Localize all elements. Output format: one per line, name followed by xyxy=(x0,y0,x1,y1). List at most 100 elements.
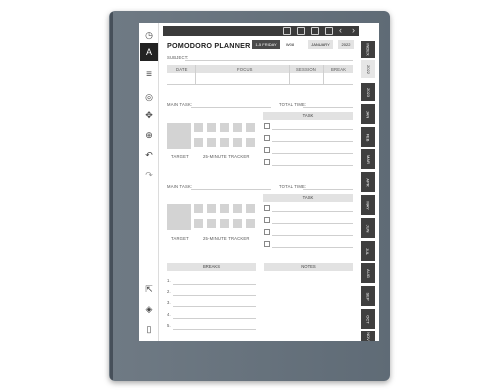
tracker-label: 25-MINUTE TRACKER xyxy=(203,236,250,241)
tracker-square[interactable] xyxy=(233,138,242,147)
date-pill[interactable]: 1-5 FRIDAY xyxy=(252,40,280,49)
tracker-square[interactable] xyxy=(194,219,203,228)
next-arrow-icon[interactable]: › xyxy=(352,25,355,35)
tab-apr[interactable]: APR xyxy=(361,172,375,192)
tracker-square[interactable] xyxy=(246,204,255,213)
task-checkbox[interactable] xyxy=(264,217,270,223)
break-number: 4. xyxy=(167,312,171,317)
redo-icon[interactable]: ↷ xyxy=(143,169,155,181)
side-tabs: INDEX 2022 2023 JAN FEB MAR APR MAY JUN … xyxy=(361,41,375,341)
tab-feb[interactable]: FEB xyxy=(361,127,375,147)
task-line xyxy=(272,235,353,236)
break-line[interactable] xyxy=(173,329,256,330)
page-icon[interactable]: ▯ xyxy=(143,323,155,335)
column-focus: FOCUS xyxy=(237,67,253,72)
tracker-square[interactable] xyxy=(194,138,203,147)
tracker-square[interactable] xyxy=(220,219,229,228)
undo-icon[interactable]: ↶ xyxy=(143,149,155,161)
break-number: 1. xyxy=(167,278,171,283)
layers-icon[interactable]: ◈ xyxy=(143,303,155,315)
tab-oct[interactable]: OCT xyxy=(361,309,375,329)
tracker-square[interactable] xyxy=(207,204,216,213)
main-task-label: MAIN TASK: xyxy=(167,102,193,107)
tracker-square[interactable] xyxy=(246,138,255,147)
divider xyxy=(323,65,324,85)
grid-icon[interactable] xyxy=(311,27,319,35)
tracker-square[interactable] xyxy=(233,219,242,228)
menu-icon[interactable]: ≡ xyxy=(143,69,155,81)
tab-jan[interactable]: JAN xyxy=(361,104,375,124)
column-session: SESSION xyxy=(296,67,317,72)
task-header: TASK xyxy=(263,112,353,120)
pen-icon[interactable]: A xyxy=(140,43,158,61)
tracker-square[interactable] xyxy=(207,123,216,132)
tracker-square[interactable] xyxy=(220,138,229,147)
target-box[interactable] xyxy=(167,204,191,230)
tab-mar[interactable]: MAR xyxy=(361,149,375,169)
tracker-square[interactable] xyxy=(194,204,203,213)
calendar-icon[interactable] xyxy=(283,27,291,35)
tab-jul[interactable]: JUL xyxy=(361,241,375,261)
tracker-square[interactable] xyxy=(233,204,242,213)
break-number: 3. xyxy=(167,300,171,305)
break-line[interactable] xyxy=(173,295,256,296)
tracker-square[interactable] xyxy=(246,219,255,228)
task-line xyxy=(272,247,353,248)
column-date: DATE xyxy=(176,67,188,72)
task-line xyxy=(272,141,353,142)
row-line xyxy=(167,84,353,85)
task-checkbox[interactable] xyxy=(264,123,270,129)
toolbar: ◷ A ≡ ◎ ✥ ⊕ ↶ ↷ ⇱ ◈ ▯ xyxy=(139,23,159,341)
tab-jun[interactable]: JUN xyxy=(361,218,375,238)
list-icon[interactable] xyxy=(297,27,305,35)
tab-may[interactable]: MAY xyxy=(361,195,375,215)
column-break: BREAK xyxy=(331,67,347,72)
task-checkbox[interactable] xyxy=(264,229,270,235)
divider xyxy=(195,65,196,85)
task-checkbox[interactable] xyxy=(264,147,270,153)
task-checkbox[interactable] xyxy=(264,205,270,211)
month-pill[interactable]: JANUARY xyxy=(308,40,333,49)
week-pill[interactable]: W08 xyxy=(282,40,298,49)
tablet-edge xyxy=(110,12,113,380)
main-task-line xyxy=(191,189,271,190)
task-line xyxy=(272,129,353,130)
tracker-square[interactable] xyxy=(220,123,229,132)
tracker-square[interactable] xyxy=(194,123,203,132)
break-number: 2. xyxy=(167,289,171,294)
tracker-square[interactable] xyxy=(220,204,229,213)
tab-sep[interactable]: SEP xyxy=(361,286,375,306)
task-checkbox[interactable] xyxy=(264,241,270,247)
task-checkbox[interactable] xyxy=(264,159,270,165)
task-checkbox[interactable] xyxy=(264,135,270,141)
tablet-screen: ◷ A ≡ ◎ ✥ ⊕ ↶ ↷ ⇱ ◈ ▯ ‹ › POMODORO PLANN… xyxy=(139,23,379,341)
eye-icon[interactable]: ◎ xyxy=(143,91,155,103)
prev-arrow-icon[interactable]: ‹ xyxy=(339,25,342,35)
zoom-icon[interactable]: ⊕ xyxy=(143,129,155,141)
year-pill[interactable]: 2022 xyxy=(338,40,354,49)
tracker-square[interactable] xyxy=(207,138,216,147)
tracker-square[interactable] xyxy=(233,123,242,132)
break-number: 5. xyxy=(167,323,171,328)
task-header: TASK xyxy=(263,194,353,202)
clock-icon[interactable]: ◷ xyxy=(143,29,155,41)
task-line xyxy=(272,153,353,154)
target-box[interactable] xyxy=(167,123,191,149)
note-icon[interactable] xyxy=(325,27,333,35)
total-time-line xyxy=(303,107,353,108)
break-line[interactable] xyxy=(173,284,256,285)
total-time-line xyxy=(303,189,353,190)
tab-nov[interactable]: NOV xyxy=(361,331,375,341)
target-label: TARGET xyxy=(171,154,189,159)
tab-aug[interactable]: AUG xyxy=(361,263,375,283)
task-line xyxy=(272,165,353,166)
share-icon[interactable]: ⇱ xyxy=(143,283,155,295)
tracker-square[interactable] xyxy=(246,123,255,132)
tracker-square[interactable] xyxy=(207,219,216,228)
tab-index[interactable]: INDEX xyxy=(361,41,375,58)
break-line[interactable] xyxy=(173,306,256,307)
move-icon[interactable]: ✥ xyxy=(143,109,155,121)
tab-2023[interactable]: 2023 xyxy=(361,83,375,101)
tab-2022[interactable]: 2022 xyxy=(361,60,375,78)
break-line[interactable] xyxy=(173,318,256,319)
